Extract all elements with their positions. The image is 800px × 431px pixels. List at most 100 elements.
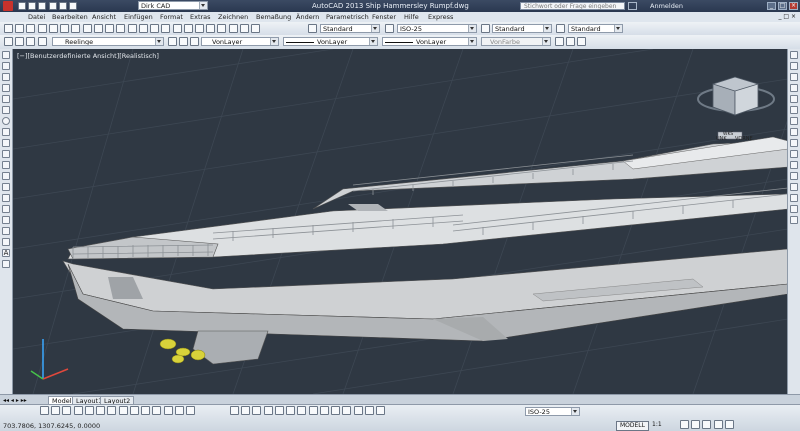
save-icon[interactable]	[38, 2, 47, 10]
multiline-text-icon[interactable]: A	[2, 249, 10, 257]
ellipse-icon[interactable]	[2, 150, 10, 158]
dimension-aligned-icon[interactable]	[241, 406, 251, 415]
selection-cycling-icon[interactable]	[174, 406, 184, 415]
ortho-icon[interactable]	[62, 406, 72, 415]
center-mark-icon[interactable]	[364, 406, 374, 415]
grid-icon[interactable]	[51, 406, 61, 415]
ellipse-arc-icon[interactable]	[2, 161, 10, 169]
sheet-set-icon[interactable]	[217, 24, 227, 33]
construction-line-icon[interactable]	[2, 62, 10, 70]
new-file-icon[interactable]	[4, 24, 13, 33]
dimension-baseline-icon[interactable]	[331, 406, 341, 415]
layer-manager-icon[interactable]	[4, 37, 13, 46]
workspace-switch-icon[interactable]	[691, 420, 701, 429]
quick-dimension-icon[interactable]	[319, 406, 329, 415]
menu-fenster[interactable]: Fenster	[372, 13, 396, 21]
quick-properties-icon[interactable]	[163, 406, 173, 415]
lineweight-select[interactable]: VonLayer	[382, 37, 477, 46]
copy-icon[interactable]	[82, 24, 92, 33]
erase-icon[interactable]	[790, 51, 798, 59]
redo-tb-icon[interactable]	[127, 24, 137, 33]
explode-icon[interactable]	[790, 216, 798, 224]
menu-parametrisch[interactable]: Parametrisch	[326, 13, 369, 21]
dimension-radius-icon[interactable]	[274, 406, 284, 415]
calculator-icon[interactable]	[239, 24, 249, 33]
maximize-icon[interactable]: □	[778, 2, 787, 10]
color-select[interactable]: VonLayer	[201, 37, 279, 46]
dim-style-select[interactable]: ISO-25	[397, 24, 477, 33]
cut-icon[interactable]	[71, 24, 81, 33]
polar-icon[interactable]	[73, 406, 83, 415]
menu-datei[interactable]: Datei	[28, 13, 45, 21]
undo-tb-icon[interactable]	[116, 24, 126, 33]
plotstyle-select[interactable]: VonFarbe	[481, 37, 551, 46]
snap-icon[interactable]	[40, 406, 49, 415]
publish-icon[interactable]	[60, 24, 70, 33]
help-icon[interactable]	[251, 24, 261, 33]
gradient-icon[interactable]	[2, 216, 10, 224]
dimension-jogged-icon[interactable]	[286, 406, 296, 415]
menu-bemassung[interactable]: Bemaßung	[256, 13, 291, 21]
polygon-icon[interactable]	[2, 84, 10, 92]
view-icon[interactable]	[555, 37, 564, 46]
spline-icon[interactable]	[2, 139, 10, 147]
open-icon[interactable]	[28, 2, 37, 10]
undo-icon[interactable]	[58, 2, 67, 10]
linetype-select[interactable]: VonLayer	[283, 37, 378, 46]
hatch-icon[interactable]	[2, 205, 10, 213]
zoom-realtime-icon[interactable]	[150, 24, 160, 33]
annotation-visibility-icon[interactable]	[680, 420, 689, 429]
lock-ui-icon[interactable]	[702, 420, 712, 429]
chamfer-icon[interactable]	[790, 194, 798, 202]
paste-icon[interactable]	[93, 24, 103, 33]
markup-icon[interactable]	[228, 24, 238, 33]
open-file-icon[interactable]	[15, 24, 25, 33]
dimension-diameter-icon[interactable]	[297, 406, 307, 415]
dimension-ordinate-icon[interactable]	[263, 406, 273, 415]
menu-ansicht[interactable]: Ansicht	[92, 13, 116, 21]
dimension-linear-icon[interactable]	[230, 406, 239, 415]
orbit-icon[interactable]	[566, 37, 576, 46]
preview-icon[interactable]	[48, 24, 58, 33]
minimize-icon[interactable]: _	[767, 2, 776, 10]
otrack-icon[interactable]	[107, 406, 117, 415]
menu-aendern[interactable]: Ändern	[296, 13, 319, 21]
search-input[interactable]: Stichwort oder Frage eingeben	[520, 2, 625, 10]
point-icon[interactable]	[2, 194, 10, 202]
drawing-viewport[interactable]: [−][Benutzerdefinierte Ansicht][Realisti…	[13, 49, 788, 394]
dim-style-status-select[interactable]: ISO-25	[525, 407, 580, 416]
arc-icon[interactable]	[2, 106, 10, 114]
pan-icon[interactable]	[138, 24, 148, 33]
match-properties-icon[interactable]	[105, 24, 115, 33]
print-icon[interactable]	[48, 2, 57, 10]
render-icon[interactable]	[577, 37, 587, 46]
osnap-icon[interactable]	[84, 406, 94, 415]
rectangle-icon[interactable]	[2, 95, 10, 103]
menu-extras[interactable]: Extras	[190, 13, 211, 21]
isolate-objects-icon[interactable]	[713, 420, 723, 429]
move-icon[interactable]	[790, 106, 798, 114]
new-icon[interactable]	[18, 2, 26, 10]
transparency-icon[interactable]	[152, 406, 162, 415]
signin-link[interactable]: Anmelden	[650, 2, 683, 10]
offset-icon[interactable]	[790, 84, 798, 92]
rotate-icon[interactable]	[790, 117, 798, 125]
array-icon[interactable]	[790, 95, 798, 103]
clean-screen-icon[interactable]	[724, 420, 734, 429]
redo-icon[interactable]	[69, 2, 78, 10]
stretch-icon[interactable]	[790, 139, 798, 147]
multileader-style-select[interactable]: Standard	[568, 24, 623, 33]
polyline-icon[interactable]	[2, 73, 10, 81]
extend-icon[interactable]	[790, 161, 798, 169]
close-icon[interactable]: ×	[789, 2, 798, 10]
layer-state-icon[interactable]	[190, 37, 200, 46]
break-icon[interactable]	[790, 172, 798, 180]
save-file-icon[interactable]	[26, 24, 36, 33]
menu-zeichnen[interactable]: Zeichnen	[218, 13, 248, 21]
dimension-arc-icon[interactable]	[252, 406, 262, 415]
mirror-icon[interactable]	[790, 73, 798, 81]
autocad-logo-icon[interactable]	[3, 1, 13, 11]
lightbulb-icon[interactable]	[15, 37, 25, 46]
tool-palettes-icon[interactable]	[206, 24, 216, 33]
scale-icon[interactable]	[790, 128, 798, 136]
